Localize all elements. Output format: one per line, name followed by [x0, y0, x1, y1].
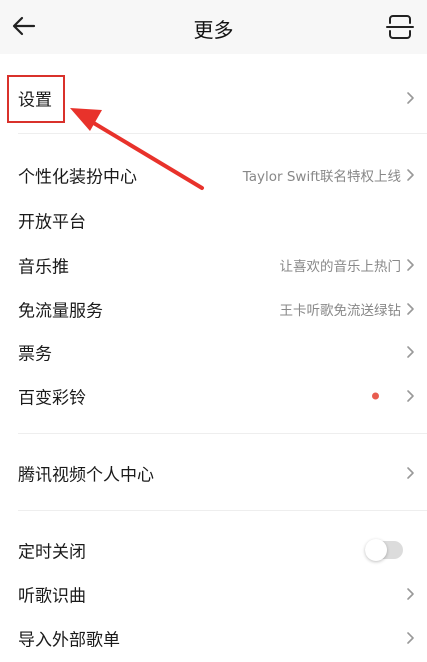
chevron-right-icon	[407, 467, 414, 479]
sleep-timer-toggle[interactable]	[365, 539, 403, 561]
personalization-center-label: 个性化装扮中心	[18, 167, 137, 188]
tencent-video-center-label: 腾讯视频个人中心	[18, 465, 154, 486]
chevron-right-icon	[407, 259, 414, 271]
annotation-highlight-box	[7, 75, 65, 123]
top-bar: 更多	[0, 0, 427, 54]
ringtone-label: 百变彩铃	[18, 388, 86, 409]
free-data-service-row[interactable]: 免流量服务 王卡听歌免流送绿钻	[0, 287, 427, 331]
open-platform-row[interactable]: 开放平台	[0, 198, 427, 242]
chevron-right-icon	[407, 169, 414, 181]
import-playlist-label: 导入外部歌单	[18, 630, 120, 651]
chevron-right-icon	[407, 588, 414, 600]
tickets-row[interactable]: 票务	[0, 330, 427, 374]
import-playlist-row[interactable]: 导入外部歌单	[0, 616, 427, 660]
toggle-knob	[365, 539, 387, 561]
free-data-service-label: 免流量服务	[18, 301, 103, 322]
open-platform-label: 开放平台	[18, 212, 86, 233]
chevron-right-icon	[407, 92, 414, 104]
divider	[18, 510, 427, 511]
chevron-right-icon	[407, 346, 414, 358]
personalization-promo-text: Taylor Swift联名特权上线	[242, 169, 401, 185]
personalization-center-row[interactable]: 个性化装扮中心 Taylor Swift联名特权上线	[0, 153, 427, 197]
tencent-video-center-row[interactable]: 腾讯视频个人中心	[0, 451, 427, 495]
song-recognition-label: 听歌识曲	[18, 586, 86, 607]
chevron-right-icon	[407, 303, 414, 315]
notification-dot	[372, 392, 379, 400]
tickets-label: 票务	[18, 344, 52, 365]
sleep-timer-row[interactable]: 定时关闭	[0, 528, 427, 572]
divider	[18, 133, 427, 134]
ringtone-row[interactable]: 百变彩铃	[0, 374, 427, 418]
music-promote-row[interactable]: 音乐推 让喜欢的音乐上热门	[0, 243, 427, 287]
song-recognition-row[interactable]: 听歌识曲	[0, 572, 427, 616]
divider	[18, 433, 427, 434]
music-promote-label: 音乐推	[18, 257, 69, 278]
music-promote-text: 让喜欢的音乐上热门	[279, 259, 402, 275]
chevron-right-icon	[407, 390, 414, 402]
page-title: 更多	[193, 18, 234, 42]
sleep-timer-label: 定时关闭	[18, 542, 86, 563]
chevron-right-icon	[407, 632, 414, 644]
free-data-service-text: 王卡听歌免流送绿钻	[279, 303, 402, 319]
scan-icon[interactable]	[385, 12, 415, 42]
